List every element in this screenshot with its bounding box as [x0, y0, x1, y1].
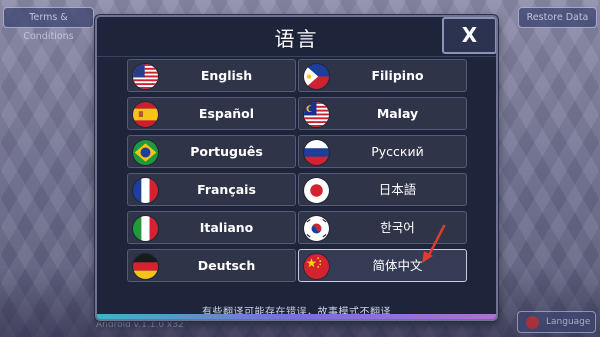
language-option-filipino[interactable]: Filipino: [298, 59, 467, 92]
language-label: Deutsch: [197, 258, 256, 273]
language-option-japanese[interactable]: 日本語: [298, 173, 467, 206]
language-option-english[interactable]: English: [127, 59, 296, 92]
language-option-italian[interactable]: Italiano: [127, 211, 296, 244]
language-label: Filipino: [371, 68, 424, 83]
version-text: Android v.1.1.0 x32: [96, 320, 184, 330]
italy-flag-icon: [132, 215, 159, 242]
language-label: English: [200, 68, 253, 83]
terms-button[interactable]: Terms & Conditions: [3, 7, 94, 42]
russia-flag-icon: [303, 139, 330, 166]
germany-flag-icon: [132, 253, 159, 280]
close-button[interactable]: X: [442, 17, 496, 54]
language-option-french[interactable]: Français: [127, 173, 296, 206]
translation-note: 有些翻译可能存在错误，故事模式不翻译: [202, 307, 391, 318]
dialog-title: 语言: [274, 27, 319, 51]
language-option-malay[interactable]: Malay: [298, 97, 467, 130]
france-flag-icon: [132, 177, 159, 204]
dialog-title-bar: 语言 X: [97, 17, 496, 57]
language-label: Français: [197, 182, 256, 197]
china-flag-icon: [303, 253, 330, 280]
language-label: Malay: [376, 106, 419, 121]
malaysia-flag-icon: [303, 101, 330, 128]
philippines-flag-icon: [303, 63, 330, 90]
brazil-flag-icon: [132, 139, 159, 166]
china-flag-icon: [526, 316, 539, 329]
us-flag-icon: [132, 63, 159, 90]
language-label: 日本語: [378, 182, 417, 197]
language-option-russian[interactable]: Русский: [298, 135, 467, 168]
south-korea-flag-icon: [303, 215, 330, 242]
language-button[interactable]: Language: [517, 311, 596, 333]
language-label: Русский: [371, 144, 424, 159]
language-label: Italiano: [199, 220, 254, 235]
language-label: Español: [198, 106, 255, 121]
japan-flag-icon: [303, 177, 330, 204]
restore-data-button[interactable]: Restore Data: [518, 7, 597, 28]
language-option-portuguese[interactable]: Português: [127, 135, 296, 168]
language-button-label: Language: [546, 317, 591, 327]
language-label: Português: [190, 144, 263, 159]
red-arrow-annotation: [422, 224, 446, 263]
spain-flag-icon: [132, 101, 159, 128]
language-option-german[interactable]: Deutsch: [127, 249, 296, 282]
language-option-spanish[interactable]: Español: [127, 97, 296, 130]
language-dialog: 语言 X English Filipino Español Malay Port…: [95, 15, 498, 321]
